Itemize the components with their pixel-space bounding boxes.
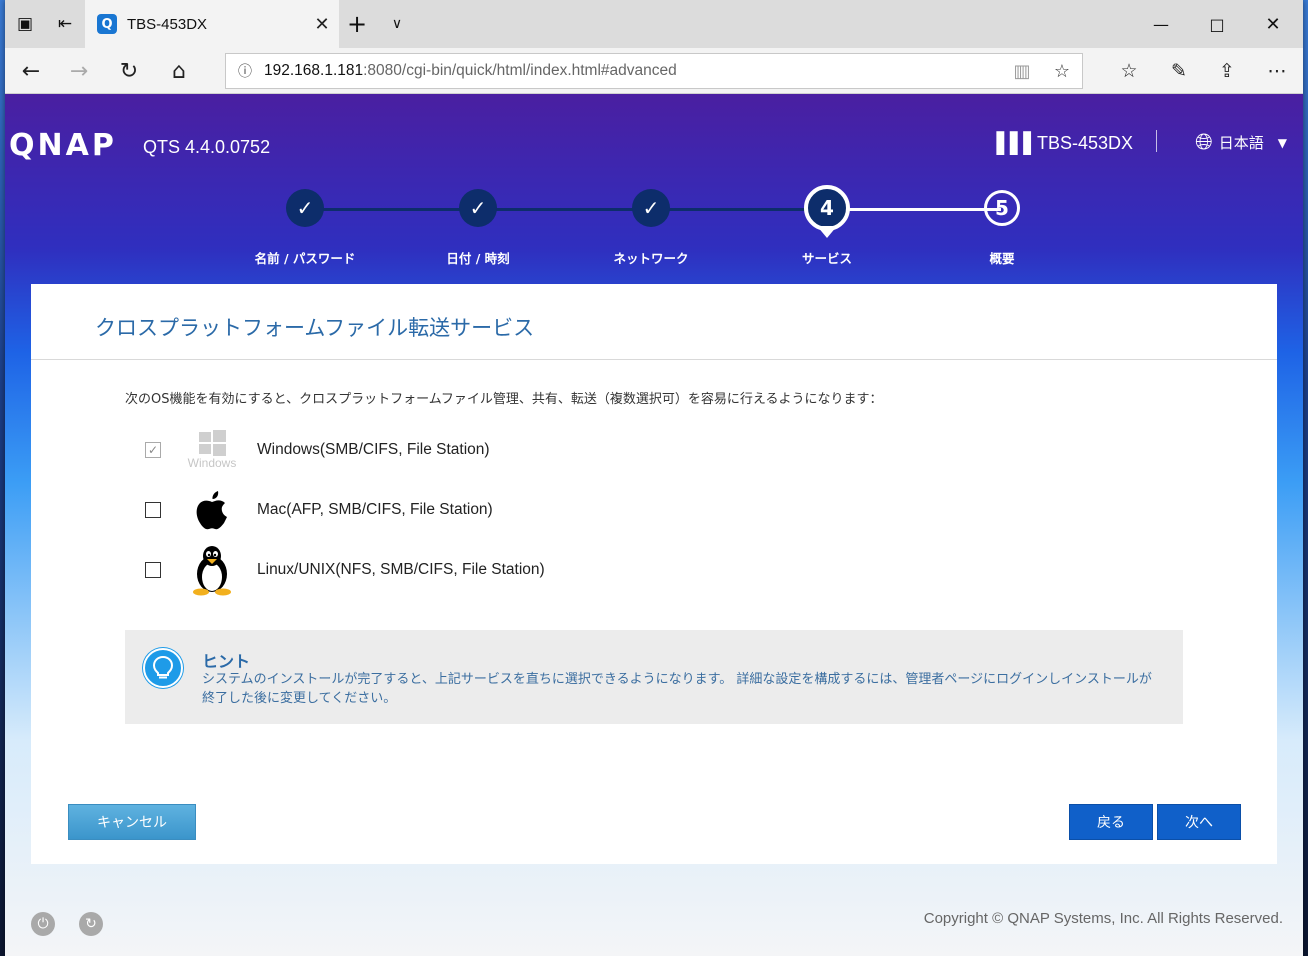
step-4-current: 4 — [804, 185, 850, 231]
option-mac: Mac(AFP, SMB/CIFS, File Station) — [145, 482, 493, 538]
model-info: ▐▐▐ TBS-453DX — [989, 131, 1133, 155]
header-divider — [1156, 130, 1157, 152]
cancel-button[interactable]: キャンセル — [68, 804, 196, 840]
next-button[interactable]: 次へ — [1157, 804, 1241, 840]
footer-icons: ⏻ ↻ — [31, 912, 127, 936]
tab-manager-icon[interactable]: ▣ — [7, 6, 43, 42]
step-5-pending: 5 — [984, 190, 1020, 226]
tab-title: TBS-453DX — [127, 15, 208, 33]
qnap-logo: QNAP — [9, 128, 117, 163]
url-path: :8080/cgi-bin/quick/html/index.html#adva… — [363, 62, 677, 79]
option-windows: ✓ Windows Windows(SMB/CIFS, File Station… — [145, 422, 490, 478]
new-tab-icon[interactable]: + — [339, 6, 375, 42]
step-label-2: 日付 / 時刻 — [446, 251, 510, 266]
pen-icon[interactable]: ✎ — [1159, 54, 1199, 88]
url-text: 192.168.1.181:8080/cgi-bin/quick/html/in… — [264, 62, 1002, 80]
tab-active[interactable]: Q TBS-453DX ✕ — [85, 0, 339, 48]
back-button[interactable]: 戻る — [1069, 804, 1153, 840]
step-2-check-icon: ✓ — [459, 189, 497, 227]
card-title: クロスプラットフォームファイル転送サービス — [95, 316, 535, 340]
windows-checkbox[interactable]: ✓ — [145, 442, 161, 458]
browser-window: ▣ ⇤ Q TBS-453DX ✕ + ∨ — □ ✕ ← → ↻ ⌂ ⓘ 19… — [5, 0, 1303, 956]
step-label-4: サービス — [801, 251, 852, 266]
restart-icon[interactable]: ↻ — [79, 912, 103, 936]
back-arrow-icon[interactable]: ← — [13, 54, 49, 88]
step-label-5: 概要 — [989, 251, 1015, 266]
linux-checkbox[interactable] — [145, 562, 161, 578]
nas-icon: ▐▐▐ — [988, 131, 1031, 155]
hint-text: システムのインストールが完了すると、上記サービスを直ちに選択できるようになります… — [202, 672, 1152, 706]
favorites-list-icon[interactable]: ☆ — [1109, 54, 1149, 88]
copyright-text: Copyright © QNAP Systems, Inc. All Right… — [923, 910, 1283, 927]
mac-checkbox[interactable] — [145, 502, 161, 518]
language-selector[interactable]: 🌐︎ 日本語 ▼ — [1195, 130, 1287, 155]
close-window-icon[interactable]: ✕ — [1245, 8, 1301, 40]
hint-title: ヒント — [202, 652, 251, 671]
version-label: QTS 4.4.0.0752 — [143, 137, 271, 157]
windows-logo-text: Windows — [187, 456, 237, 470]
tux-penguin-icon — [177, 544, 247, 596]
language-label: 日本語 — [1218, 134, 1264, 152]
model-name: TBS-453DX — [1036, 132, 1133, 153]
power-icon[interactable]: ⏻ — [31, 912, 55, 936]
forward-arrow-icon[interactable]: → — [61, 54, 97, 88]
favorite-star-icon[interactable]: ☆ — [1042, 61, 1082, 82]
chevron-down-icon[interactable]: ∨ — [379, 6, 415, 42]
share-icon[interactable]: ⇪ — [1207, 54, 1247, 88]
set-tabs-aside-icon[interactable]: ⇤ — [47, 6, 83, 42]
refresh-icon[interactable]: ↻ — [111, 54, 147, 88]
step-label-3: ネットワーク — [613, 251, 689, 266]
hint-box: ヒント システムのインストールが完了すると、上記サービスを直ちに選択できるように… — [125, 630, 1183, 724]
address-bar: ← → ↻ ⌂ ⓘ 192.168.1.181:8080/cgi-bin/qui… — [5, 48, 1303, 94]
caret-down-icon: ▼ — [1277, 135, 1287, 150]
home-icon[interactable]: ⌂ — [161, 54, 197, 88]
globe-icon: 🌐︎ — [1195, 130, 1213, 155]
windows-logo-icon: Windows — [177, 424, 247, 476]
step-label-1: 名前 / パスワード — [254, 251, 356, 266]
url-input[interactable]: ⓘ 192.168.1.181:8080/cgi-bin/quick/html/… — [225, 53, 1083, 89]
more-icon[interactable]: ⋯ — [1257, 54, 1297, 88]
qnap-favicon-icon: Q — [97, 14, 117, 34]
card-divider — [31, 359, 1277, 360]
step-line-done — [305, 208, 827, 211]
qnap-setup-page: QNAP QTS 4.4.0.0752 ▐▐▐ TBS-453DX 🌐︎ 日本語… — [5, 94, 1303, 956]
reading-view-icon[interactable]: ▥ — [1002, 61, 1042, 82]
tab-bar: ▣ ⇤ Q TBS-453DX ✕ + ∨ — □ ✕ — [5, 0, 1303, 48]
mac-label: Mac(AFP, SMB/CIFS, File Station) — [257, 501, 493, 518]
maximize-icon[interactable]: □ — [1189, 8, 1245, 40]
setup-stepper: ✓ ✓ ✓ 4 5 名前 / パスワード 日付 / 時刻 ネットワーク サービス… — [5, 185, 1303, 276]
card-description: 次のOS機能を有効にすると、クロスプラットフォームファイル管理、共有、転送（複数… — [125, 392, 883, 407]
lightbulb-icon — [143, 648, 183, 688]
step-line-pending — [827, 208, 1001, 211]
step-pointer — [817, 226, 837, 238]
url-host: 192.168.1.181 — [264, 62, 364, 79]
windows-label: Windows(SMB/CIFS, File Station) — [257, 441, 490, 458]
linux-label: Linux/UNIX(NFS, SMB/CIFS, File Station) — [257, 561, 545, 578]
step-3-check-icon: ✓ — [632, 189, 670, 227]
tab-close-icon[interactable]: ✕ — [305, 14, 339, 35]
step-1-check-icon: ✓ — [286, 189, 324, 227]
apple-logo-icon — [177, 484, 247, 536]
info-icon[interactable]: ⓘ — [226, 61, 264, 81]
services-card: クロスプラットフォームファイル転送サービス 次のOS機能を有効にすると、クロスプ… — [31, 284, 1277, 864]
minimize-icon[interactable]: — — [1133, 8, 1189, 40]
option-linux: Linux/UNIX(NFS, SMB/CIFS, File Station) — [145, 542, 545, 598]
